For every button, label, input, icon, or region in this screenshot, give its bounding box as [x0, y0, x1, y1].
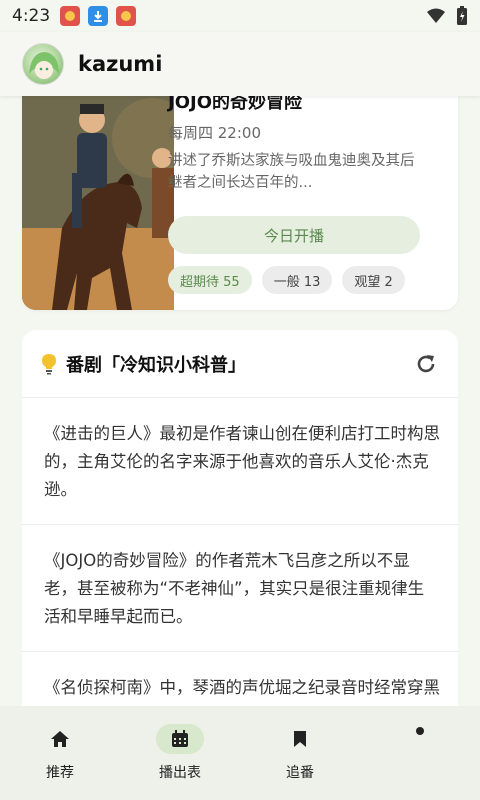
- nav-item-more[interactable]: [360, 706, 480, 800]
- air-time: 每周四 22:00: [168, 124, 261, 142]
- bookmark-icon: [276, 724, 324, 754]
- download-icon: [88, 6, 109, 26]
- trivia-title: 番剧「冷知识小科普」: [66, 354, 246, 376]
- rating-chips: 超期待 55 一般 13 观望 2: [168, 266, 405, 294]
- battery-icon: [457, 6, 467, 25]
- nav-label: 追番: [286, 765, 314, 781]
- trivia-header: 番剧「冷知识小科普」: [22, 330, 458, 398]
- wifi-icon: [427, 8, 445, 23]
- chip-super-anticipated[interactable]: 超期待 55: [168, 266, 252, 294]
- status-time: 4:23: [12, 6, 51, 26]
- username: kazumi: [78, 52, 163, 76]
- trivia-card: 番剧「冷知识小科普」 《进击的巨人》最初是作者谏山创在便利店打工时构思的，主角艾…: [22, 330, 458, 730]
- nav-item-following[interactable]: 追番: [240, 706, 360, 800]
- nav-item-schedule[interactable]: 播出表: [120, 706, 240, 800]
- avatar[interactable]: [22, 43, 64, 85]
- app-header: kazumi: [0, 32, 480, 96]
- app-notification-icon: [60, 6, 81, 26]
- chip-wait-and-see[interactable]: 观望 2: [342, 266, 405, 294]
- home-icon: [36, 724, 84, 754]
- trivia-item: 《进击的巨人》最初是作者谏山创在便利店打工时构思的，主角艾伦的名字来源于他喜欢的…: [22, 398, 458, 525]
- bottom-navigation: 推荐 播出表 追番: [0, 706, 480, 800]
- refresh-icon[interactable]: [412, 350, 440, 378]
- trivia-item: 《JOJO的奇妙冒险》的作者荒木飞吕彦之所以不显老，甚至被称为“不老神仙”，其实…: [22, 525, 458, 652]
- status-bar: 4:23: [0, 0, 480, 32]
- app-notification-icon: [116, 6, 137, 26]
- today-airing-button[interactable]: 今日开播: [168, 216, 420, 254]
- chip-normal[interactable]: 一般 13: [261, 266, 333, 294]
- dot-icon: [396, 724, 444, 754]
- anime-cover-image[interactable]: [22, 78, 174, 310]
- calendar-icon: [156, 724, 204, 754]
- nav-label: 推荐: [46, 765, 74, 781]
- lightbulb-icon: [42, 353, 56, 374]
- nav-label: 播出表: [159, 765, 201, 781]
- nav-item-recommend[interactable]: 推荐: [0, 706, 120, 800]
- anime-synopsis: 讲述了乔斯达家族与吸血鬼迪奥及其后继者之间长达百年的...: [168, 153, 415, 191]
